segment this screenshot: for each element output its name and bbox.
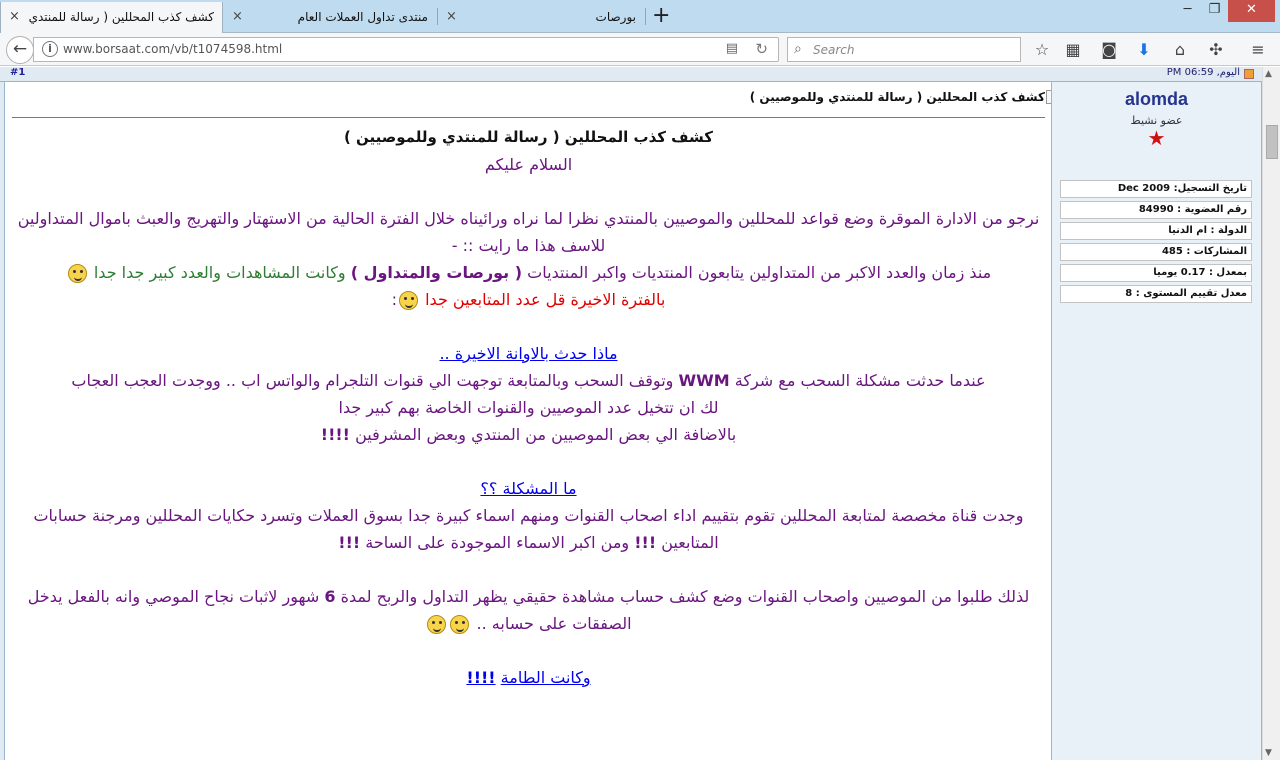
paragraph-6-b: !!!!: [320, 425, 350, 444]
paragraph-4: عندما حدثت مشكلة السحب مع شركة WWM وتوقف…: [12, 367, 1045, 394]
back-button[interactable]: ←: [6, 36, 34, 64]
search-input[interactable]: ⌕ Search: [787, 37, 1021, 62]
paragraph-2-a: منذ زمان والعدد الاكبر من المتداولين يتا…: [527, 263, 992, 282]
tab-forex-forum[interactable]: منتدى تداول العملات العام ×: [224, 2, 436, 32]
extension-icon[interactable]: ✣: [1206, 40, 1226, 59]
author-stat-country: الدولة : ام الدنيا: [1060, 222, 1252, 240]
paragraph-7-d: !!!: [338, 533, 361, 552]
author-stat-joined: تاريخ التسجيل: Dec 2009: [1060, 180, 1252, 198]
rolling-eyes-emoji-icon: [450, 615, 470, 634]
paragraph-2-c: وكانت المشاهدات والعدد كبير جدا جدا: [93, 263, 346, 282]
smile-emoji-icon: [67, 264, 87, 283]
back-arrow-icon: ←: [12, 39, 28, 59]
site-info-icon[interactable]: i: [42, 41, 58, 57]
message-heading: كشف كذب المحللين ( رسالة للمنتدي وللموصي…: [343, 128, 714, 146]
scroll-down-arrow-icon[interactable]: ▼: [1265, 748, 1272, 758]
web-page: #1 اليوم, 06:59 PM كشف كذب المحللين ( رس…: [0, 67, 1262, 760]
wondering-emoji-icon: [399, 291, 418, 310]
tab-close-icon[interactable]: ×: [232, 9, 243, 24]
minimize-button[interactable]: ─: [1174, 0, 1201, 22]
paragraph-8: لذلك طلبوا من الموصيين واصحاب القنوات وض…: [12, 583, 1045, 637]
title-divider: [12, 117, 1045, 118]
pocket-icon[interactable]: ◙: [1099, 40, 1119, 59]
paragraph-6-a: بالاضافة الي بعض الموصيين من المنتدي وبع…: [355, 425, 737, 444]
paragraph-4-b: WWM: [678, 371, 730, 390]
subheading-3: وكانت الطامة !!!!: [12, 664, 1045, 691]
tab-label: بورصات: [595, 10, 636, 24]
post-title-text: كشف كذب المحللين ( رسالة للمنتدي وللموصي…: [749, 90, 1045, 104]
paragraph-7-c: ومن اكبر الاسماء الموجودة على الساحة: [365, 533, 630, 552]
paragraph-2-b: ( بورصات والمتداول ): [350, 263, 523, 282]
paragraph-8-b: 6: [324, 587, 336, 606]
tab-close-icon[interactable]: ×: [9, 9, 20, 24]
subheading-2-text: ما المشكلة ؟؟: [480, 479, 577, 498]
new-tab-button[interactable]: +: [652, 2, 670, 30]
paragraph-4-c: وتوقف السحب وبالمتابعة توجهت الي قنوات ا…: [71, 371, 674, 390]
subheading-1: ماذا حدث بالاوانة الاخيرة ..: [12, 340, 1045, 367]
tab-strip: كشف كذب المحللين ( رسالة للمنتدي وللموصي…: [0, 0, 1280, 33]
search-icon: ⌕: [794, 41, 802, 57]
paragraph-6: بالاضافة الي بعض الموصيين من المنتدي وبع…: [12, 421, 1045, 448]
author-stat-level: معدل تقييم المستوى : 8: [1060, 285, 1252, 303]
close-window-button[interactable]: ✕: [1228, 0, 1275, 22]
left-margin: [0, 82, 5, 760]
tab-close-icon[interactable]: ×: [446, 9, 457, 24]
paragraph-7: وجدت قناة مخصصة لمتابعة المحللين تقوم بت…: [12, 502, 1045, 556]
paragraph-5: لك ان تتخيل عدد الموصيين والقنوات الخاصة…: [338, 398, 719, 417]
tab-separator: [645, 8, 646, 25]
message-greeting: السلام عليكم: [484, 155, 573, 174]
tab-label: كشف كذب المحللين ( رسالة للمنتدي وللموصي…: [29, 10, 214, 24]
vertical-scrollbar[interactable]: ▲ ▼: [1262, 67, 1280, 760]
menu-hamburger-icon[interactable]: ≡: [1248, 40, 1268, 59]
paragraph-4-a: عندما حدثت مشكلة السحب مع شركة: [734, 371, 986, 390]
post-status-icon: [1244, 69, 1254, 79]
reload-icon[interactable]: ↻: [755, 40, 768, 58]
subheading-2: ما المشكلة ؟؟: [12, 475, 1045, 502]
post-date: اليوم, 06:59 PM: [1166, 67, 1240, 78]
paragraph-3: بالفترة الاخيرة قل عدد المتابعين جدا :: [12, 286, 1045, 313]
post-content: كشف كذب المحللين ( رسالة للمنتدي وللموصي…: [6, 82, 1057, 760]
restore-button[interactable]: ❐: [1201, 0, 1228, 22]
subheading-3-text: وكانت الطامة: [500, 668, 591, 687]
author-stat-posts: المشاركات : 485: [1060, 243, 1252, 261]
paragraph-2: منذ زمان والعدد الاكبر من المتداولين يتا…: [12, 259, 1045, 286]
bookmarks-list-icon[interactable]: ▦: [1063, 40, 1083, 59]
scroll-up-arrow-icon[interactable]: ▲: [1265, 69, 1272, 79]
search-placeholder: Search: [813, 43, 855, 57]
paragraph-1: نرجو من الادارة الموقرة وضع قواعد للمحلل…: [17, 209, 1040, 228]
tab-borsaat[interactable]: بورصات ×: [438, 2, 644, 32]
post-meta-bar: #1 اليوم, 06:59 PM: [0, 67, 1262, 82]
bookmark-star-icon[interactable]: ☆: [1032, 40, 1052, 59]
author-username[interactable]: alomda: [1052, 89, 1261, 110]
paragraph-3-b: :: [391, 290, 397, 309]
home-icon[interactable]: ⌂: [1170, 40, 1190, 59]
subheading-3-mark: !!!!: [466, 668, 496, 687]
paragraph-7-b: !!!: [634, 533, 657, 552]
tab-current-thread[interactable]: كشف كذب المحللين ( رسالة للمنتدي وللموصي…: [0, 2, 223, 33]
url-text[interactable]: www.borsaat.com/vb/t1074598.html: [63, 42, 282, 56]
rank-star-icon: ★: [1147, 126, 1166, 150]
downloads-icon[interactable]: ⬇: [1134, 40, 1154, 59]
paragraph-3-a: بالفترة الاخيرة قل عدد المتابعين جدا: [425, 290, 666, 309]
scrollbar-thumb[interactable]: [1266, 125, 1278, 159]
paragraph-1b: للاسف هذا ما رايت :: -: [451, 236, 606, 255]
post-number-link[interactable]: #1: [10, 67, 25, 78]
navigation-toolbar: ← i www.borsaat.com/vb/t1074598.html ▤ ↻…: [0, 33, 1280, 66]
subheading-1-text: ماذا حدث بالاوانة الاخيرة ..: [439, 344, 618, 363]
reader-view-icon[interactable]: ▤: [726, 41, 738, 56]
author-stat-rate: بمعدل : 0.17 يوميا: [1060, 264, 1252, 282]
author-sidebar: alomda عضو نشيط ★ تاريخ التسجيل: Dec 200…: [1051, 82, 1262, 760]
post-title: كشف كذب المحللين ( رسالة للمنتدي وللموصي…: [749, 90, 1057, 104]
url-bar[interactable]: i www.borsaat.com/vb/t1074598.html ▤ ↻: [33, 37, 779, 62]
author-stat-member-id: رقم العضوية : 84990: [1060, 201, 1252, 219]
paragraph-8-a: لذلك طلبوا من الموصيين واصحاب القنوات وض…: [340, 587, 1030, 606]
tab-label: منتدى تداول العملات العام: [297, 10, 428, 24]
message-body: كشف كذب المحللين ( رسالة للمنتدي وللموصي…: [12, 124, 1045, 691]
rolling-eyes-emoji-icon: [427, 615, 447, 634]
